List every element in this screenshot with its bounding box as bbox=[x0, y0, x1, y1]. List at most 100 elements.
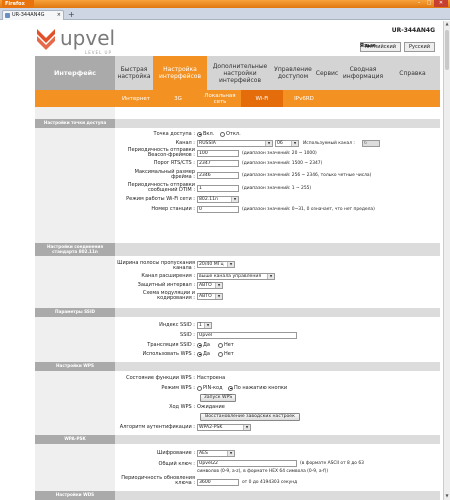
access-point-on-radio[interactable]: Вкл. bbox=[197, 131, 214, 137]
tab-title: UR-344AN4G bbox=[12, 12, 45, 18]
minimize-button[interactable]: – bbox=[414, 0, 424, 7]
scroll-up-icon[interactable]: ▲ bbox=[444, 21, 450, 28]
wps-push-radio[interactable]: По нажатию кнопки bbox=[228, 385, 287, 391]
frag-label: Максимальный размер фрейма : bbox=[134, 169, 195, 181]
new-tab-button[interactable]: + bbox=[68, 11, 75, 19]
maximize-button[interactable]: □ bbox=[424, 0, 434, 7]
current-channel-field: 6 bbox=[362, 140, 380, 147]
wps-yes-label: Да bbox=[203, 351, 210, 357]
window-titlebar: Firefox – □ ✕ bbox=[0, 0, 450, 8]
access-point-off-radio[interactable]: Откл. bbox=[220, 131, 241, 137]
section-wps-bar bbox=[115, 362, 440, 371]
mode-select[interactable]: 802.11n bbox=[197, 196, 239, 203]
tab-3g[interactable]: 3G bbox=[157, 90, 199, 107]
section-wpa: WPA-PSK bbox=[35, 435, 115, 444]
channel-label: Канал : bbox=[175, 140, 195, 146]
language-label: Язык bbox=[359, 43, 376, 50]
scroll-down-icon[interactable]: ▼ bbox=[444, 493, 450, 500]
ssid-broadcast-label: Трансляция SSID : bbox=[147, 342, 195, 348]
nav-quick-setup[interactable]: Быстрая настройка bbox=[115, 56, 153, 90]
tab-internet[interactable]: Интернет bbox=[115, 90, 157, 107]
nav-access-control[interactable]: Управление доступом bbox=[273, 56, 313, 90]
access-point-off-label: Откл. bbox=[226, 131, 241, 137]
nav-service[interactable]: Сервис bbox=[313, 56, 341, 90]
radio-unselected-icon bbox=[218, 351, 223, 357]
device-model: UR-344AN4G bbox=[391, 27, 435, 34]
wps-progress-value: Ожидание bbox=[197, 404, 225, 410]
wps-push-label: По нажатию кнопки bbox=[234, 385, 288, 391]
station-label: Номер станции : bbox=[151, 206, 195, 212]
dtim-label: Периодичность отправки сообщений DTIM : bbox=[127, 182, 195, 194]
upvel-logo-icon bbox=[37, 29, 55, 50]
broadcast-yes-radio[interactable]: Да bbox=[197, 342, 210, 348]
access-point-on-label: Вкл. bbox=[203, 131, 215, 137]
radio-unselected-icon bbox=[197, 385, 202, 391]
wps-state-value: Настроена bbox=[197, 375, 226, 381]
auth-select[interactable]: WPA2-PSK bbox=[197, 424, 251, 431]
channel-select[interactable]: 06 bbox=[275, 140, 299, 147]
radio-selected-icon bbox=[228, 385, 233, 391]
broadcast-no-radio[interactable]: Нет bbox=[218, 342, 234, 348]
nav-advanced-setup[interactable]: Дополнительные настройки интерфейсов bbox=[207, 56, 273, 90]
wps-pin-label: PIN-код bbox=[203, 385, 223, 391]
page-scrollbar[interactable]: ▲ ▼ bbox=[443, 21, 450, 500]
ssid-label: SSID : bbox=[180, 332, 195, 338]
rekey-hint: от 0 до 4194303 секунд bbox=[242, 480, 298, 485]
encryption-label: Шифрование : bbox=[157, 450, 195, 456]
nav-interface-setup[interactable]: Настройка интерфейсов bbox=[153, 56, 207, 90]
country-select[interactable]: RUSSIA bbox=[197, 140, 273, 147]
beacon-field[interactable]: 100 bbox=[197, 150, 239, 157]
start-wps-button[interactable]: Запуск WPS bbox=[200, 394, 236, 402]
upvel-logo: upvel LEVEL UP bbox=[33, 25, 153, 57]
sub-nav: Интернет 3G Локальная сеть Wi-Fi IPv6RD bbox=[35, 90, 440, 107]
nav-status[interactable]: Сводная информация bbox=[341, 56, 385, 90]
access-point-label: Точка доступа : bbox=[153, 131, 195, 137]
close-window-button[interactable]: ✕ bbox=[434, 0, 448, 7]
rts-label: Порог RTS/CTS : bbox=[153, 160, 195, 166]
bandwidth-select[interactable]: 20/40 МГц bbox=[197, 261, 235, 268]
nav-help[interactable]: Справка bbox=[385, 56, 440, 90]
station-field[interactable]: 0 bbox=[197, 206, 239, 213]
key-field[interactable]: Upvel22 bbox=[197, 460, 297, 467]
tab-wifi[interactable]: Wi-Fi bbox=[241, 90, 283, 107]
wps-state-label: Состояние функции WPS : bbox=[126, 375, 195, 381]
section-wps: Настройки WPS bbox=[35, 362, 115, 371]
ssid-index-label: Индекс SSID : bbox=[159, 322, 195, 328]
section-wds: Настройки WDS bbox=[35, 491, 115, 500]
key-label: Общий ключ : bbox=[158, 461, 195, 467]
tab-close-icon[interactable]: × bbox=[57, 11, 61, 20]
guard-select[interactable]: АВТО bbox=[197, 282, 223, 289]
firefox-menu-button[interactable]: Firefox bbox=[2, 0, 34, 8]
tab-ipv6rd[interactable]: IPv6RD bbox=[283, 90, 325, 107]
ssid-index-select[interactable]: 1 bbox=[197, 322, 212, 329]
dtim-field[interactable]: 1 bbox=[197, 185, 239, 192]
station-hint: (диапазон значений: 0~31, 0 означает, чт… bbox=[242, 207, 375, 212]
wps-no-radio[interactable]: Нет bbox=[218, 351, 234, 357]
nav-section-title: Интерфейс bbox=[35, 56, 115, 90]
radio-unselected-icon bbox=[218, 342, 223, 348]
rts-field[interactable]: 2347 bbox=[197, 160, 239, 167]
tab-lan[interactable]: Локальная сеть bbox=[199, 90, 241, 107]
tab-bar: UR-344AN4G × + bbox=[0, 8, 450, 20]
ssid-field[interactable]: Upvel bbox=[197, 332, 297, 339]
russian-button[interactable]: Русский bbox=[404, 42, 435, 52]
factory-reset-button[interactable]: Восстановление заводских настроек bbox=[200, 413, 300, 421]
section-wds-bar bbox=[115, 491, 440, 500]
mcs-select[interactable]: АВТО bbox=[197, 293, 223, 300]
ext-channel-select[interactable]: выше канала управления bbox=[197, 273, 275, 280]
beacon-label: Периодичность отправки Beacon-фреймов : bbox=[127, 147, 195, 159]
bandwidth-label: Ширина полосы пропускания канала : bbox=[117, 260, 195, 272]
frag-field[interactable]: 2346 bbox=[197, 172, 239, 179]
wps-yes-radio[interactable]: Да bbox=[197, 351, 210, 357]
wps-progress-label: Ход WPS : bbox=[169, 404, 195, 410]
key-hint-2: символов (0-9, a-z), в формате HEX 64 си… bbox=[197, 469, 329, 474]
wps-pin-radio[interactable]: PIN-код bbox=[197, 385, 223, 391]
browser-tab[interactable]: UR-344AN4G × bbox=[2, 10, 64, 20]
section-ssid-bar bbox=[115, 308, 440, 317]
encryption-select[interactable]: AES bbox=[197, 450, 235, 457]
mcs-label: Схема модуляции и кодирования : bbox=[142, 290, 195, 302]
section-ssid: Параметры SSID bbox=[35, 308, 115, 317]
rekey-field[interactable]: 3600 bbox=[197, 479, 239, 486]
current-channel-label: Используемый канал : bbox=[303, 141, 355, 146]
scroll-thumb[interactable] bbox=[445, 30, 449, 70]
